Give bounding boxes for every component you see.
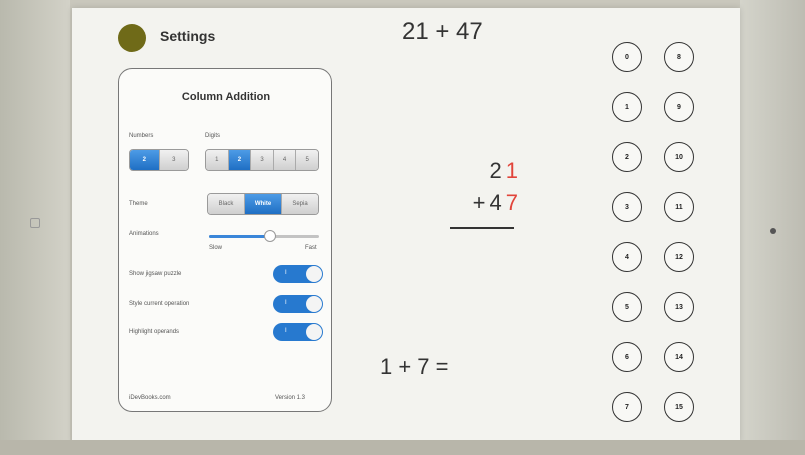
answer-button-15[interactable]: 15 — [664, 392, 694, 422]
footer-version: Version 1.3 — [275, 395, 306, 401]
animations-slider-fill — [209, 235, 270, 238]
answer-button-1[interactable]: 1 — [612, 92, 642, 122]
problem-equation: 21 + 47 — [402, 18, 483, 45]
toggle-style-on-text: I — [285, 300, 287, 306]
theme-option-black[interactable]: Black — [208, 194, 245, 214]
answer-button-3[interactable]: 3 — [612, 192, 642, 222]
top-digit-ones: 1 — [505, 158, 522, 183]
numbers-segmented-control: 2 3 — [129, 149, 189, 171]
answer-button-0[interactable]: 0 — [612, 42, 642, 72]
theme-segmented-control: Black White Sepia — [207, 193, 319, 215]
answer-button-14[interactable]: 14 — [664, 342, 694, 372]
toggle-highlight-on-text: I — [285, 328, 287, 334]
answer-button-5[interactable]: 5 — [612, 292, 642, 322]
panel-title: Column Addition — [181, 91, 271, 103]
digits-option-4[interactable]: 4 — [273, 150, 297, 170]
answer-button-7[interactable]: 7 — [612, 392, 642, 422]
column-top-row: 21 — [432, 158, 522, 184]
answer-button-12[interactable]: 12 — [664, 242, 694, 272]
sum-line — [450, 227, 514, 229]
toggle-label-jigsaw: Show jigsaw puzzle — [129, 271, 182, 277]
bottom-digit-tens: 4 — [489, 190, 506, 215]
theme-option-sepia[interactable]: Sepia — [282, 194, 318, 214]
answer-button-8[interactable]: 8 — [664, 42, 694, 72]
animations-label: Animations — [129, 231, 159, 237]
digits-option-3[interactable]: 3 — [251, 150, 274, 170]
numbers-label: Numbers — [129, 133, 154, 139]
toggle-jigsaw-on-text: I — [285, 270, 287, 276]
toggle-style-knob — [306, 296, 322, 312]
settings-panel: Column Addition Numbers Digits 2 3 1 2 3… — [118, 68, 332, 412]
toggle-style-current[interactable]: I — [273, 295, 323, 313]
digits-option-1[interactable]: 1 — [206, 150, 229, 170]
answer-button-10[interactable]: 10 — [664, 142, 694, 172]
column-bottom-row: +47 — [432, 190, 522, 216]
toggle-label-highlight: Highlight operands — [129, 329, 180, 335]
animations-slow-label: Slow — [209, 245, 223, 251]
toggle-highlight[interactable]: I — [273, 323, 323, 341]
device-bezel-bottom — [0, 440, 805, 455]
plus-sign: + — [472, 190, 490, 215]
digits-segmented-control: 1 2 3 4 5 — [205, 149, 319, 171]
theme-option-white[interactable]: White — [245, 194, 282, 214]
toggle-highlight-knob — [306, 324, 322, 340]
digits-label: Digits — [205, 133, 221, 139]
animations-slider[interactable] — [209, 230, 319, 242]
answer-button-13[interactable]: 13 — [664, 292, 694, 322]
top-digit-tens: 2 — [489, 158, 506, 183]
sub-equation: 1 + 7 = — [380, 354, 449, 379]
toggle-label-style: Style current operation — [129, 301, 190, 307]
answer-button-9[interactable]: 9 — [664, 92, 694, 122]
digits-option-2[interactable]: 2 — [228, 150, 252, 170]
settings-label[interactable]: Settings — [160, 28, 215, 44]
animations-slider-thumb[interactable] — [263, 230, 276, 242]
theme-label: Theme — [129, 201, 148, 207]
toggle-jigsaw[interactable]: I — [273, 265, 323, 283]
numbers-option-2[interactable]: 2 — [130, 150, 160, 170]
app-screen: Settings Column Addition Numbers Digits … — [72, 8, 740, 442]
bottom-digit-ones: 7 — [505, 190, 522, 215]
settings-button[interactable] — [118, 24, 146, 52]
answer-button-4[interactable]: 4 — [612, 242, 642, 272]
numbers-option-3[interactable]: 3 — [159, 150, 188, 170]
toggle-jigsaw-knob — [306, 266, 322, 282]
device-sensor-mark — [30, 218, 40, 228]
answer-button-11[interactable]: 11 — [664, 192, 694, 222]
answer-button-2[interactable]: 2 — [612, 142, 642, 172]
digits-option-5[interactable]: 5 — [296, 150, 318, 170]
footer-website[interactable]: iDevBooks.com — [129, 395, 171, 401]
camera-dot — [770, 228, 776, 234]
answer-button-6[interactable]: 6 — [612, 342, 642, 372]
animations-fast-label: Fast — [305, 245, 317, 251]
